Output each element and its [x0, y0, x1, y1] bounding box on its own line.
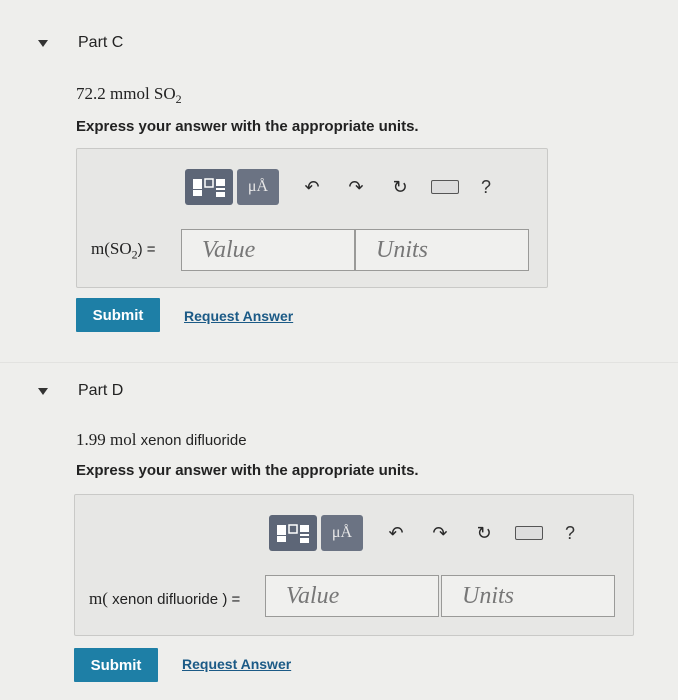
units-input[interactable]: Units [441, 575, 615, 617]
part-d-problem: 1.99 mol xenon difluoride [76, 430, 247, 450]
part-d-prompt: Express your answer with the appropriate… [76, 462, 419, 479]
reset-icon[interactable]: ↻ [471, 520, 497, 546]
help-icon[interactable]: ? [473, 174, 499, 200]
value-input[interactable]: Value [265, 575, 439, 617]
label-substance: xenon difluoride [112, 591, 219, 608]
page: Part C 72.2 mmol SO2 Express your answer… [0, 0, 678, 700]
help-icon[interactable]: ? [557, 520, 583, 546]
collapse-caret-icon[interactable] [38, 388, 48, 395]
problem-subscript: 2 [175, 92, 182, 106]
undo-icon[interactable]: ↶ [299, 174, 325, 200]
reset-icon[interactable]: ↻ [387, 174, 413, 200]
templates-icon [277, 524, 309, 543]
part-d-title: Part D [78, 382, 124, 399]
part-d-answer-box: μÅ ↶ ↷ ↻ ? m( xenon difluoride ) = Value… [74, 494, 634, 636]
part-c-answer-box: μÅ ↶ ↷ ↻ ? m(SO2) = Value Units [76, 148, 548, 288]
part-c-submit-button[interactable]: Submit [76, 298, 160, 332]
units-button[interactable]: μÅ [237, 169, 279, 205]
part-d-equation-label: m( xenon difluoride ) = [89, 589, 240, 609]
units-button[interactable]: μÅ [321, 515, 363, 551]
collapse-caret-icon[interactable] [38, 40, 48, 47]
undo-icon[interactable]: ↶ [383, 520, 409, 546]
redo-icon[interactable]: ↷ [343, 174, 369, 200]
redo-icon[interactable]: ↷ [427, 520, 453, 546]
label-prefix: m( [89, 589, 108, 608]
units-input[interactable]: Units [355, 229, 529, 271]
label-suffix: ) = [222, 591, 241, 608]
part-d-toolbar: μÅ ↶ ↷ ↻ ? [269, 515, 583, 551]
part-c-problem: 72.2 mmol SO2 [76, 84, 182, 107]
part-c-header[interactable]: Part C [22, 18, 662, 68]
part-d-submit-button[interactable]: Submit [74, 648, 158, 682]
templates-button[interactable] [269, 515, 317, 551]
label-prefix: m(SO [91, 239, 132, 258]
section-divider [0, 362, 678, 363]
part-d-header[interactable]: Part D [22, 366, 662, 416]
part-c-prompt: Express your answer with the appropriate… [76, 118, 419, 135]
part-c-toolbar: μÅ ↶ ↷ ↻ ? [185, 169, 499, 205]
part-d-request-answer-link[interactable]: Request Answer [182, 656, 291, 672]
part-c-title: Part C [78, 34, 124, 51]
keyboard-icon[interactable] [431, 180, 459, 194]
templates-icon [193, 178, 225, 197]
keyboard-icon[interactable] [515, 526, 543, 540]
part-c-equation-label: m(SO2) = [91, 239, 156, 262]
label-suffix: ) = [137, 241, 156, 258]
part-c-request-answer-link[interactable]: Request Answer [184, 308, 293, 324]
templates-button[interactable] [185, 169, 233, 205]
problem-substance: xenon difluoride [140, 432, 247, 449]
value-input[interactable]: Value [181, 229, 355, 271]
problem-amount: 72.2 mmol SO [76, 84, 176, 103]
problem-amount: 1.99 mol [76, 430, 137, 449]
